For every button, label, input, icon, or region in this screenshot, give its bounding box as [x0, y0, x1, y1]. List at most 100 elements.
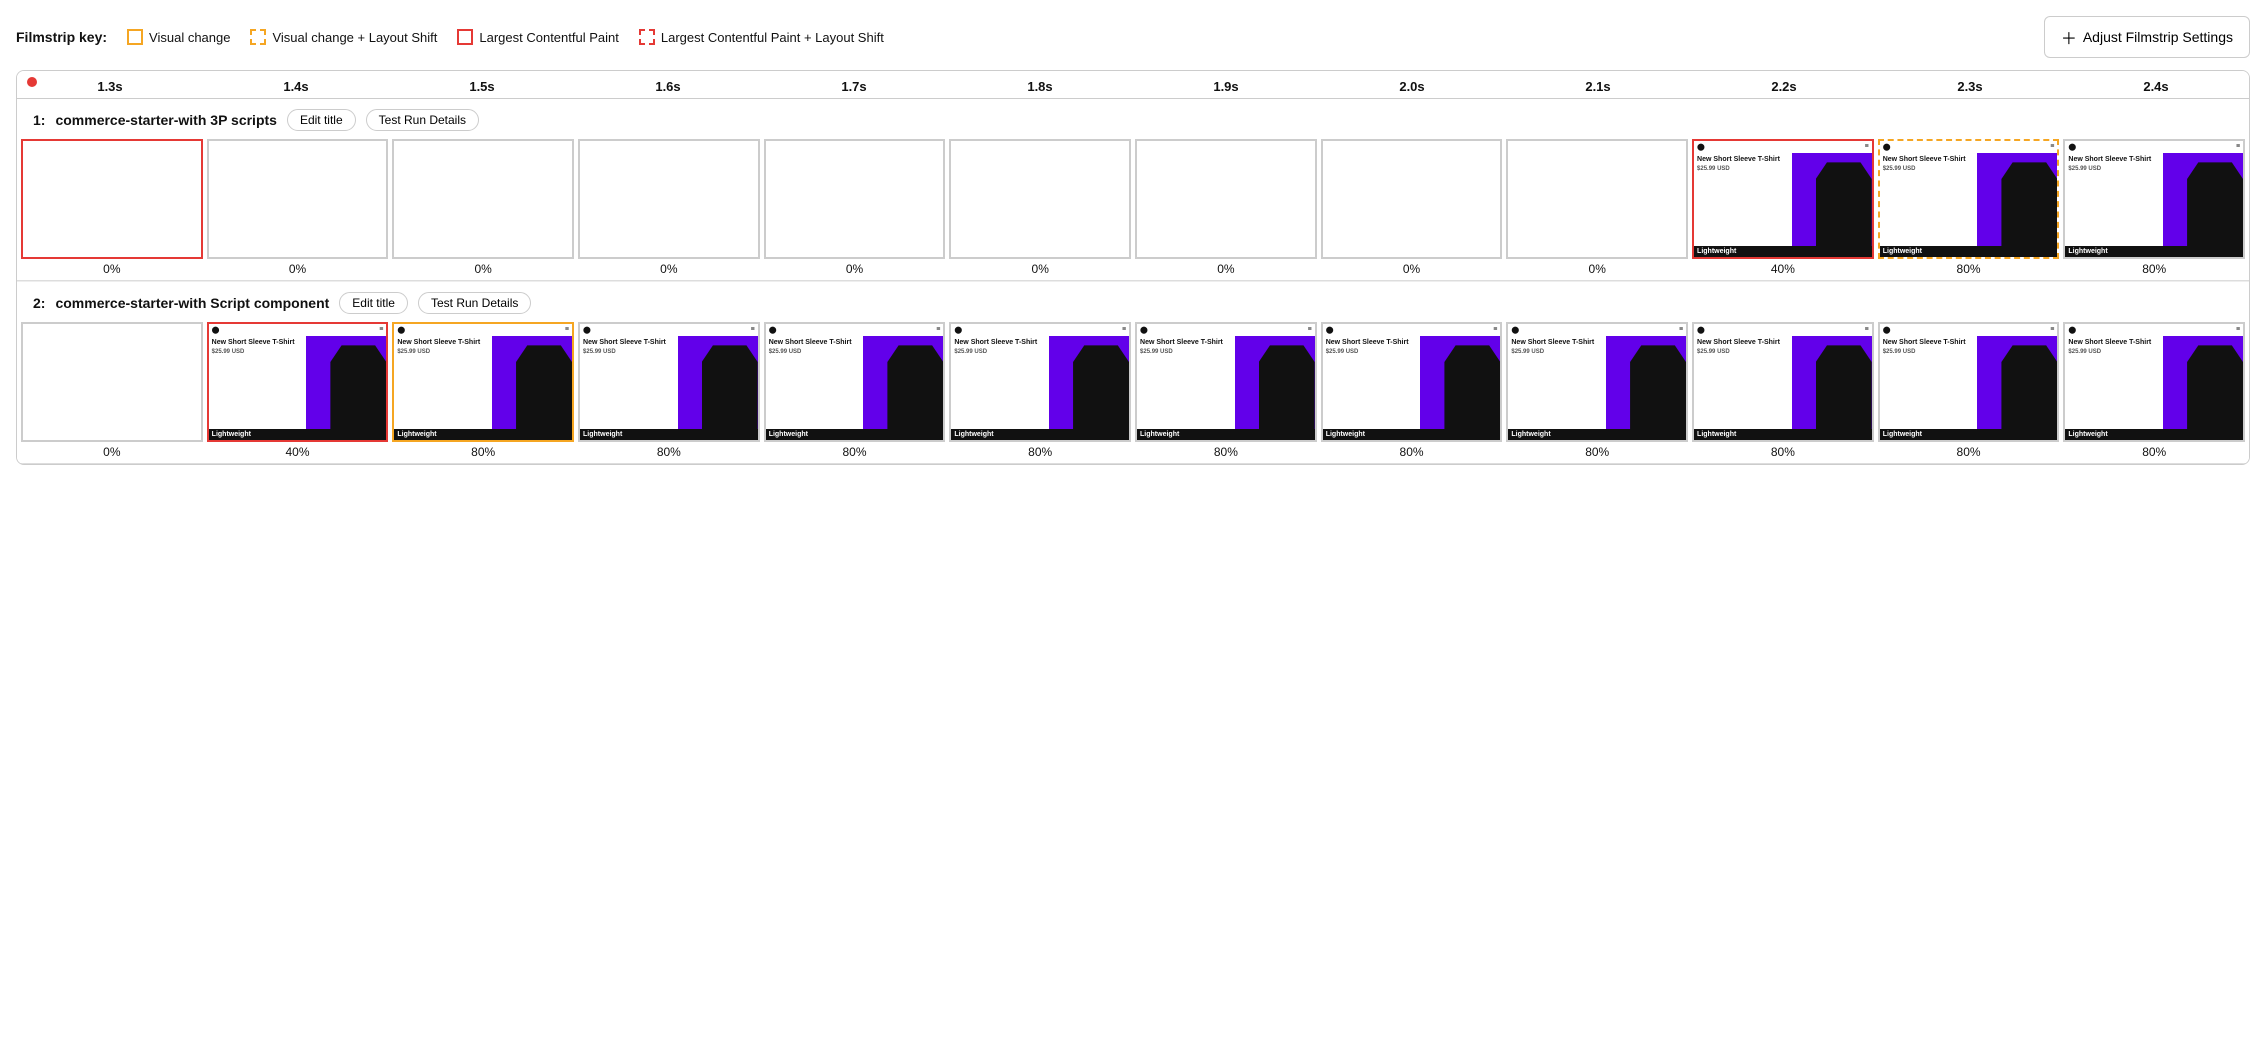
product-icon: ⬤ [2068, 326, 2076, 334]
product-menu-icon: ≡ [2050, 326, 2054, 334]
frame-percent-1-10: 80% [1957, 262, 1981, 276]
frame-cell-1-6[interactable]: 0% [1135, 139, 1317, 276]
frame-cell-2-2[interactable]: ⬤ ≡ New Short Sleeve T-Shirt $25.99 USD … [392, 322, 574, 459]
frame-percent-2-1: 40% [285, 445, 309, 459]
frame-cell-2-1[interactable]: ⬤ ≡ New Short Sleeve T-Shirt $25.99 USD … [207, 322, 389, 459]
row-2-header: 2: commerce-starter-with Script componen… [17, 282, 2249, 322]
product-footer: Lightweight [951, 429, 1129, 440]
product-title: New Short Sleeve T-Shirt [1511, 338, 1603, 347]
frame-cell-1-1[interactable]: 0% [207, 139, 389, 276]
product-footer: Lightweight [209, 429, 387, 440]
frame-cell-2-9[interactable]: ⬤ ≡ New Short Sleeve T-Shirt $25.99 USD … [1692, 322, 1874, 459]
frame-cell-2-6[interactable]: ⬤ ≡ New Short Sleeve T-Shirt $25.99 USD … [1135, 322, 1317, 459]
product-footer: Lightweight [1880, 429, 2058, 440]
legend-label-visual-change-ls: Visual change + Layout Shift [272, 30, 437, 45]
product-text: New Short Sleeve T-Shirt $25.99 USD [1137, 336, 1235, 429]
product-text: New Short Sleeve T-Shirt $25.99 USD [1880, 153, 1978, 246]
row-2-details-button[interactable]: Test Run Details [418, 292, 531, 314]
product-card-header: ⬤ ≡ [951, 324, 1129, 336]
adjust-button-label: Adjust Filmstrip Settings [2083, 29, 2233, 45]
frame-cell-1-10[interactable]: ⬤ ≡ New Short Sleeve T-Shirt $25.99 USD … [1878, 139, 2060, 276]
product-text: New Short Sleeve T-Shirt $25.99 USD [1880, 336, 1978, 429]
product-icon: ⬤ [1883, 326, 1891, 334]
frame-img-1-0 [21, 139, 203, 259]
frame-cell-2-0[interactable]: 0% [21, 322, 203, 459]
frame-cell-2-11[interactable]: ⬤ ≡ New Short Sleeve T-Shirt $25.99 USD … [2063, 322, 2245, 459]
shirt-silhouette [702, 345, 758, 429]
frame-img-1-8 [1506, 139, 1688, 259]
frame-cell-1-2[interactable]: 0% [392, 139, 574, 276]
product-card-header: ⬤ ≡ [2065, 324, 2243, 336]
frame-cell-1-9[interactable]: ⬤ ≡ New Short Sleeve T-Shirt $25.99 USD … [1692, 139, 1874, 276]
frame-cell-1-0[interactable]: 0% [21, 139, 203, 276]
product-menu-icon: ≡ [751, 326, 755, 334]
row-1-frames: 0%0%0%0%0%0%0%0%0% ⬤ ≡ New Short Sleeve … [17, 139, 2249, 280]
product-title: New Short Sleeve T-Shirt [1697, 155, 1789, 164]
row-1-details-button[interactable]: Test Run Details [366, 109, 479, 131]
row-2-frames: 0% ⬤ ≡ New Short Sleeve T-Shirt $25.99 U… [17, 322, 2249, 463]
legend-label-visual-change: Visual change [149, 30, 230, 45]
row-1-edit-button[interactable]: Edit title [287, 109, 356, 131]
row-1-title: commerce-starter-with 3P scripts [55, 112, 277, 128]
frame-cell-2-10[interactable]: ⬤ ≡ New Short Sleeve T-Shirt $25.99 USD … [1878, 322, 2060, 459]
shirt-silhouette [2187, 162, 2243, 246]
frame-percent-2-7: 80% [1400, 445, 1424, 459]
shirt-silhouette [1816, 345, 1872, 429]
product-text: New Short Sleeve T-Shirt $25.99 USD [766, 336, 864, 429]
product-menu-icon: ≡ [379, 326, 383, 334]
row-2-divider [17, 463, 2249, 464]
frame-img-2-11: ⬤ ≡ New Short Sleeve T-Shirt $25.99 USD … [2063, 322, 2245, 442]
legend-item-visual-change: Visual change [127, 29, 230, 45]
frame-cell-2-4[interactable]: ⬤ ≡ New Short Sleeve T-Shirt $25.99 USD … [764, 322, 946, 459]
product-title: New Short Sleeve T-Shirt [769, 338, 861, 347]
product-price: $25.99 USD [1140, 349, 1232, 356]
product-text: New Short Sleeve T-Shirt $25.99 USD [2065, 153, 2163, 246]
adjust-filmstrip-button[interactable]: ＋ Adjust Filmstrip Settings [2044, 16, 2250, 58]
product-icon: ⬤ [954, 326, 962, 334]
product-card: ⬤ ≡ New Short Sleeve T-Shirt $25.99 USD … [209, 324, 387, 440]
product-text: New Short Sleeve T-Shirt $25.99 USD [1508, 336, 1606, 429]
tick-5: 1.8s [947, 79, 1133, 94]
timeline-ruler: 1.3s 1.4s 1.5s 1.6s 1.7s 1.8s 1.9s 2.0s … [17, 71, 2249, 99]
product-title: New Short Sleeve T-Shirt [1326, 338, 1418, 347]
product-price: $25.99 USD [583, 349, 675, 356]
frame-cell-2-8[interactable]: ⬤ ≡ New Short Sleeve T-Shirt $25.99 USD … [1506, 322, 1688, 459]
frame-cell-1-5[interactable]: 0% [949, 139, 1131, 276]
frame-cell-1-7[interactable]: 0% [1321, 139, 1503, 276]
product-card-header: ⬤ ≡ [2065, 141, 2243, 153]
product-content: New Short Sleeve T-Shirt $25.99 USD [2065, 336, 2243, 429]
frame-percent-2-9: 80% [1771, 445, 1795, 459]
product-content: New Short Sleeve T-Shirt $25.99 USD [951, 336, 1129, 429]
tick-1: 1.4s [203, 79, 389, 94]
frame-cell-1-3[interactable]: 0% [578, 139, 760, 276]
frame-cell-2-7[interactable]: ⬤ ≡ New Short Sleeve T-Shirt $25.99 USD … [1321, 322, 1503, 459]
product-card-header: ⬤ ≡ [1694, 324, 1872, 336]
shirt-silhouette [2001, 345, 2057, 429]
product-title: New Short Sleeve T-Shirt [212, 338, 304, 347]
product-title: New Short Sleeve T-Shirt [1883, 338, 1975, 347]
frame-cell-1-4[interactable]: 0% [764, 139, 946, 276]
product-footer: Lightweight [2065, 429, 2243, 440]
row-1-section: 1: commerce-starter-with 3P scripts Edit… [17, 99, 2249, 282]
frame-img-2-2: ⬤ ≡ New Short Sleeve T-Shirt $25.99 USD … [392, 322, 574, 442]
row-1-divider [17, 280, 2249, 281]
frame-cell-1-8[interactable]: 0% [1506, 139, 1688, 276]
product-image-area [863, 336, 943, 429]
row-2-edit-button[interactable]: Edit title [339, 292, 408, 314]
frame-img-2-6: ⬤ ≡ New Short Sleeve T-Shirt $25.99 USD … [1135, 322, 1317, 442]
product-card: ⬤ ≡ New Short Sleeve T-Shirt $25.99 USD … [1694, 141, 1872, 257]
frame-cell-1-11[interactable]: ⬤ ≡ New Short Sleeve T-Shirt $25.99 USD … [2063, 139, 2245, 276]
product-card-header: ⬤ ≡ [766, 324, 944, 336]
frame-cell-2-3[interactable]: ⬤ ≡ New Short Sleeve T-Shirt $25.99 USD … [578, 322, 760, 459]
frame-img-1-5 [949, 139, 1131, 259]
product-image-area [1606, 336, 1686, 429]
frame-percent-1-4: 0% [846, 262, 863, 276]
product-menu-icon: ≡ [565, 326, 569, 334]
product-content: New Short Sleeve T-Shirt $25.99 USD [1880, 153, 2058, 246]
row-1-header: 1: commerce-starter-with 3P scripts Edit… [17, 99, 2249, 139]
product-card: ⬤ ≡ New Short Sleeve T-Shirt $25.99 USD … [1694, 324, 1872, 440]
product-price: $25.99 USD [1883, 349, 1975, 356]
product-image-area [1792, 153, 1872, 246]
frame-cell-2-5[interactable]: ⬤ ≡ New Short Sleeve T-Shirt $25.99 USD … [949, 322, 1131, 459]
frame-percent-2-5: 80% [1028, 445, 1052, 459]
